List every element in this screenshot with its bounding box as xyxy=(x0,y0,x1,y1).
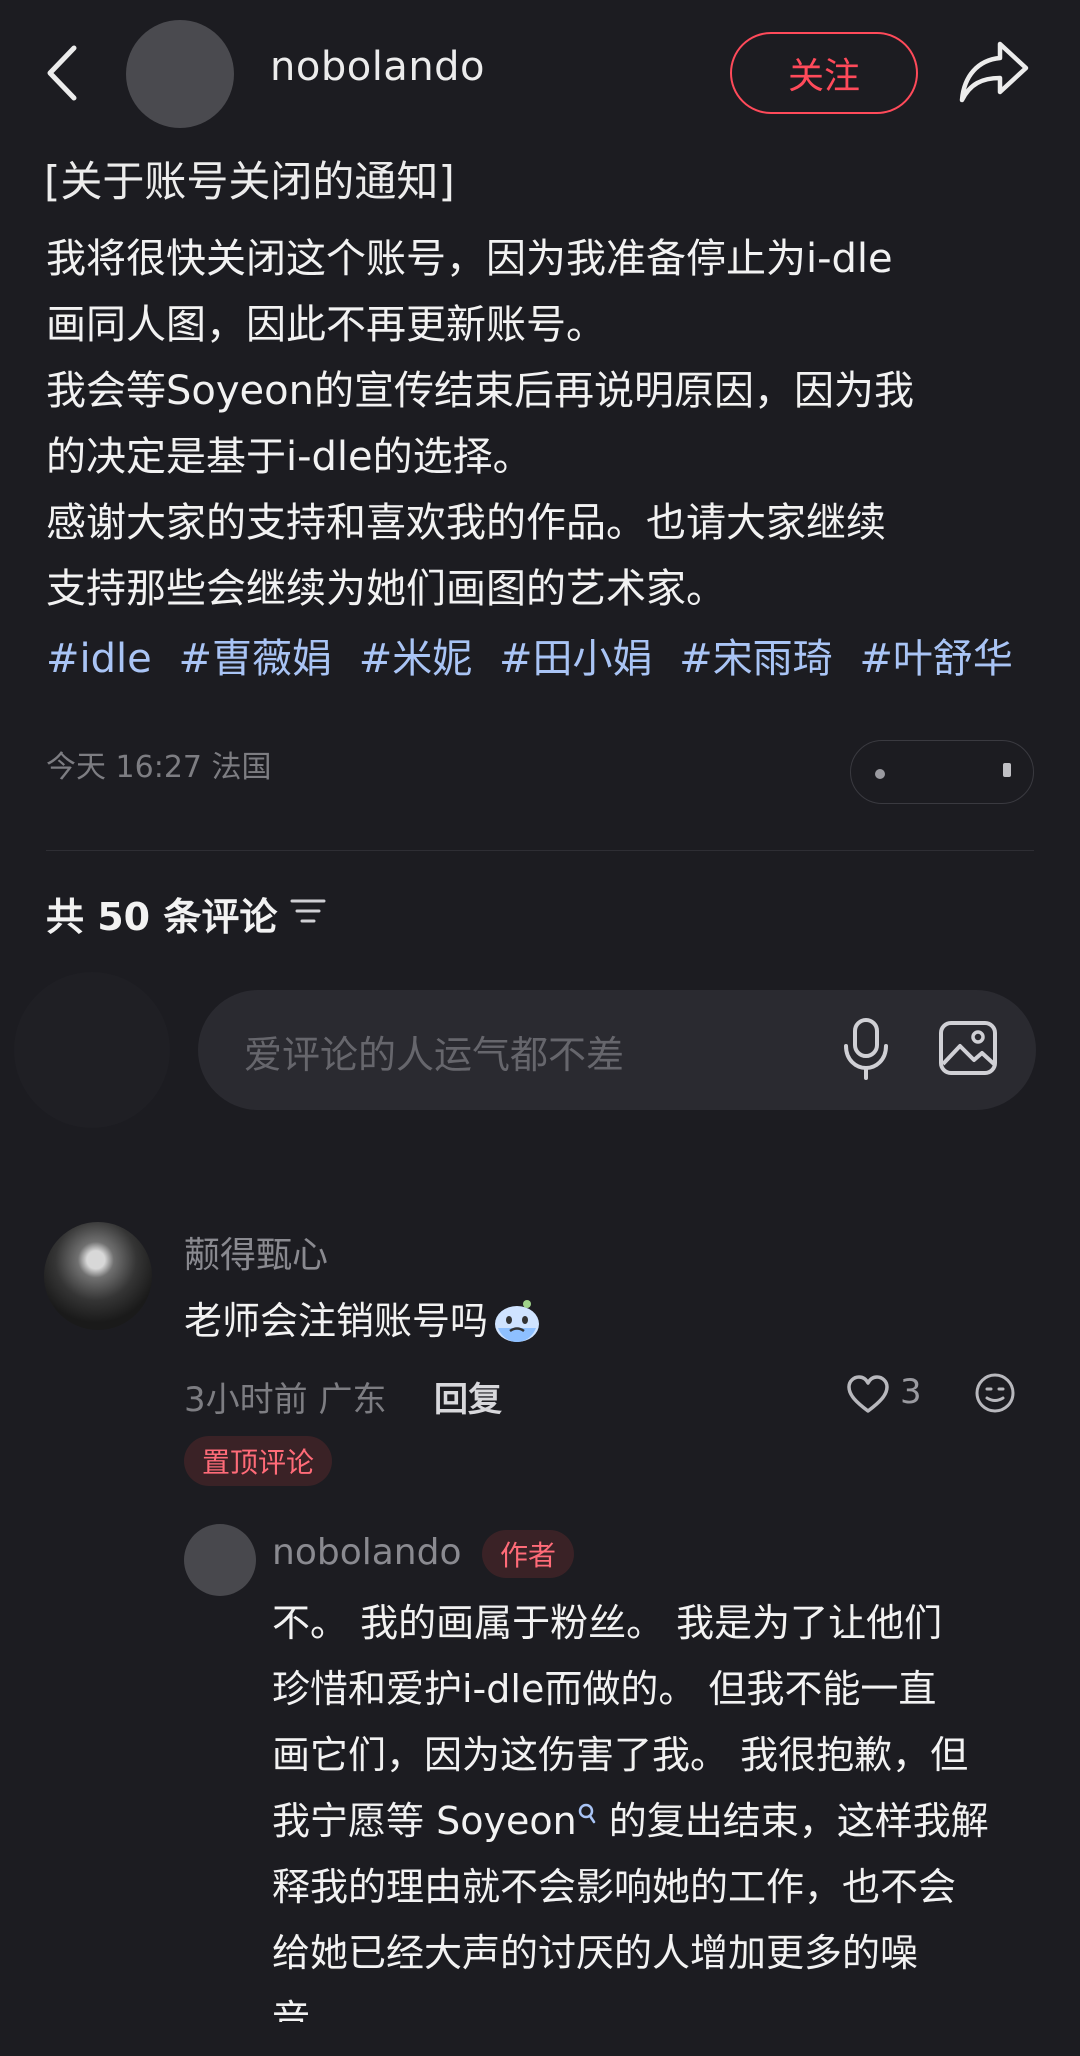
reply-line: 我宁愿等 Soyeon 的复出结束，这样我解 xyxy=(272,1788,1052,1854)
comment-text-content: 老师会注销账号吗 xyxy=(184,1299,489,1343)
reply-button[interactable]: 回复 xyxy=(434,1372,502,1421)
reply-line-part: 我宁愿等 Soyeon xyxy=(272,1799,577,1843)
author-username[interactable]: nobolando xyxy=(270,44,485,90)
reply-line: 给她已经大声的讨厌的人增加更多的噪 xyxy=(272,1931,919,1975)
post-body: 我将很快关闭这个账号，因为我准备停止为i-dle 画同人图，因此不再更新账号。 … xyxy=(46,226,1036,622)
reply-body: 不。 我的画属于粉丝。 我是为了让他们 珍惜和爱护i-dle而做的。 但我不能一… xyxy=(272,1590,1052,2052)
post-title: [关于账号关闭的通知] xyxy=(44,157,455,206)
comment-text: 老师会注销账号吗 xyxy=(184,1290,542,1345)
post-body-line: 感谢大家的支持和喜欢我的作品。也请大家继续 xyxy=(46,500,886,546)
reply-author-name[interactable]: nobolando xyxy=(272,1532,461,1573)
reply-author-avatar[interactable] xyxy=(184,1524,256,1596)
heart-icon[interactable] xyxy=(846,1374,890,1414)
reply-line: 画它们，因为这伤害了我。 我很抱歉，但 xyxy=(272,1733,969,1777)
author-badge: 作者 xyxy=(482,1530,575,1578)
top-bar: nobolando 关注 xyxy=(0,0,1080,146)
tag-link[interactable]: #宋雨琦 xyxy=(679,636,833,682)
search-icon[interactable] xyxy=(577,1802,597,1826)
tag-link[interactable]: #米妮 xyxy=(359,636,473,682)
post-body-line: 我将很快关闭这个账号，因为我准备停止为i-dle xyxy=(46,236,893,282)
my-avatar xyxy=(14,972,170,1128)
post-body-line: 我会等Soyeon的宣传结束后再说明原因，因为我 xyxy=(46,368,914,414)
commenter-avatar[interactable] xyxy=(44,1222,152,1330)
reply-line: 珍惜和爱护i-dle而做的。 但我不能一直 xyxy=(272,1667,937,1711)
share-arrow-icon[interactable] xyxy=(956,36,1032,106)
reaction-avatar-dot xyxy=(875,769,885,779)
post-body-line: 支持那些会继续为她们画图的艺术家。 xyxy=(46,566,726,612)
divider xyxy=(46,850,1034,851)
reply-line: 释我的理由就不会影响她的工作，也不会 xyxy=(272,1865,957,1909)
tag-link[interactable]: #曺薇娟 xyxy=(178,636,332,682)
post-body-line: 画同人图，因此不再更新账号。 xyxy=(46,302,606,348)
reaction-avatar-dot xyxy=(1003,763,1011,777)
crying-face-icon xyxy=(495,1300,540,1342)
comment-meta: 3小时前 广东 xyxy=(184,1380,387,1420)
reply-line: 不。 我的画属于粉丝。 我是为了让他们 xyxy=(272,1601,943,1645)
tag-link[interactable]: #idle xyxy=(46,636,152,682)
comment-input-placeholder[interactable]: 爱评论的人运气都不差 xyxy=(244,1024,624,1079)
like-count: 3 xyxy=(900,1372,922,1412)
emoji-face-icon[interactable] xyxy=(974,1372,1016,1414)
author-avatar[interactable] xyxy=(126,20,234,128)
pinned-badge: 置顶评论 xyxy=(184,1436,333,1486)
microphone-icon[interactable] xyxy=(840,1016,892,1080)
post-meta: 今天 16:27 法国 xyxy=(46,750,272,785)
reply-line-part: 的复出结束，这样我解 xyxy=(596,1799,989,1843)
comment-count: 共 50 条评论 xyxy=(46,895,278,939)
post-tags: #idle #曺薇娟 #米妮 #田小娟 #宋雨琦 #叶舒华 xyxy=(46,626,1027,692)
reaction-pill[interactable] xyxy=(850,740,1034,804)
back-chevron-icon[interactable] xyxy=(40,40,88,106)
bottom-edge xyxy=(0,2022,1080,2056)
image-icon[interactable] xyxy=(938,1020,998,1076)
sort-lines-icon[interactable] xyxy=(290,896,326,926)
tag-link[interactable]: #田小娟 xyxy=(499,636,653,682)
follow-button[interactable]: 关注 xyxy=(730,32,918,114)
commenter-name[interactable]: 颟得甄心 xyxy=(184,1226,328,1278)
tag-link[interactable]: #叶舒华 xyxy=(859,636,1013,682)
post-body-line: 的决定是基于i-dle的选择。 xyxy=(46,434,533,480)
post-detail-page: nobolando 关注 [关于账号关闭的通知] 我将很快关闭这个账号，因为我准… xyxy=(0,0,1080,2056)
